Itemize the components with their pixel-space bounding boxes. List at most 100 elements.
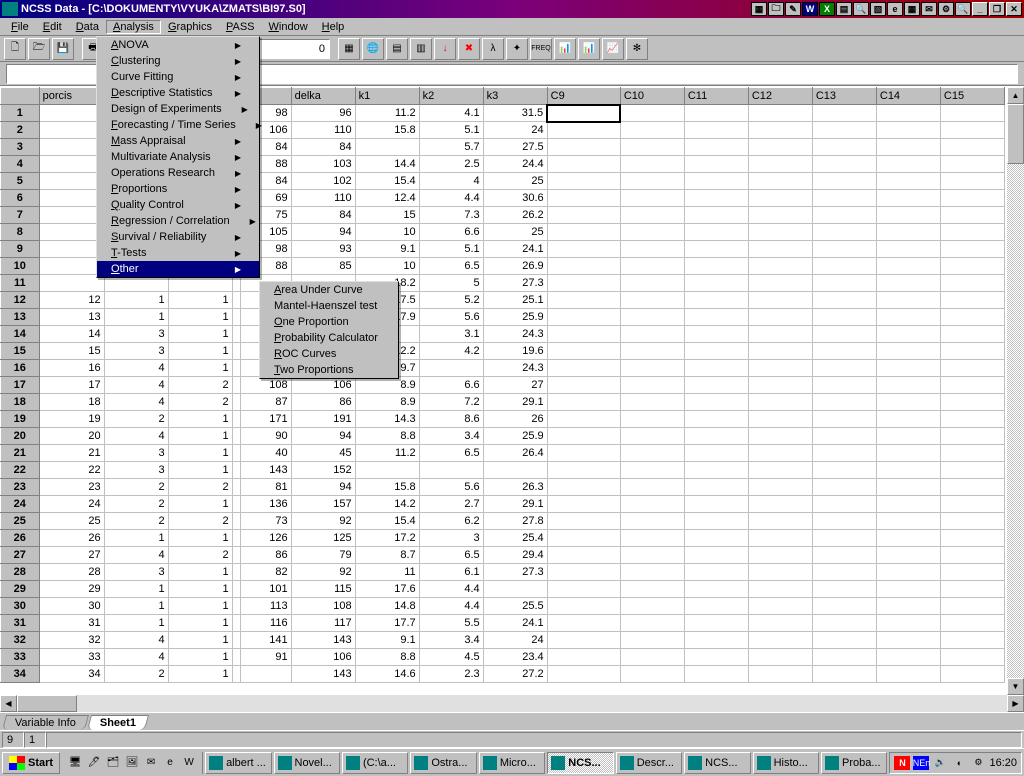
cell[interactable] bbox=[748, 224, 812, 241]
cell[interactable]: 26.3 bbox=[483, 479, 547, 496]
cell[interactable] bbox=[547, 411, 620, 428]
cell[interactable]: 29.1 bbox=[483, 496, 547, 513]
ql-3-icon[interactable]: 🗂 bbox=[104, 754, 122, 772]
cell[interactable] bbox=[812, 275, 876, 292]
analysis-item-forecasting-time-series[interactable]: Forecasting / Time Series▶ bbox=[97, 117, 259, 133]
menu-help[interactable]: Help bbox=[315, 20, 352, 34]
cell[interactable] bbox=[940, 513, 1004, 530]
tb-save-icon[interactable]: 💾 bbox=[52, 38, 74, 60]
cell[interactable] bbox=[232, 598, 240, 615]
cell[interactable] bbox=[419, 360, 483, 377]
sheet-tab-sheet1[interactable]: Sheet1 bbox=[87, 715, 149, 730]
cell[interactable] bbox=[876, 105, 940, 122]
cell[interactable] bbox=[876, 615, 940, 632]
cell[interactable] bbox=[547, 258, 620, 275]
cell[interactable] bbox=[620, 564, 684, 581]
cell[interactable] bbox=[483, 462, 547, 479]
cell[interactable] bbox=[748, 547, 812, 564]
cell[interactable] bbox=[748, 275, 812, 292]
scrollbar-vertical[interactable]: ▲ ▼ bbox=[1007, 87, 1024, 695]
cell[interactable] bbox=[812, 224, 876, 241]
cell[interactable] bbox=[684, 224, 748, 241]
cell[interactable] bbox=[684, 105, 748, 122]
tray-vol-icon[interactable]: 🔊 bbox=[932, 756, 948, 770]
cell[interactable]: 2 bbox=[168, 377, 232, 394]
row-header[interactable]: 10 bbox=[1, 258, 40, 275]
cell[interactable] bbox=[876, 241, 940, 258]
cell[interactable]: 26.9 bbox=[483, 258, 547, 275]
cell[interactable] bbox=[684, 326, 748, 343]
cell[interactable] bbox=[812, 666, 876, 683]
analysis-item-operations-research[interactable]: Operations Research▶ bbox=[97, 165, 259, 181]
cell[interactable]: 143 bbox=[291, 666, 355, 683]
cell[interactable] bbox=[940, 479, 1004, 496]
row-header[interactable]: 13 bbox=[1, 309, 40, 326]
cell[interactable]: 6.5 bbox=[419, 445, 483, 462]
cell[interactable]: 1 bbox=[104, 581, 168, 598]
cell[interactable]: 25 bbox=[39, 513, 104, 530]
cell[interactable]: 9.1 bbox=[355, 632, 419, 649]
cell[interactable] bbox=[684, 190, 748, 207]
cell[interactable] bbox=[684, 530, 748, 547]
cell[interactable] bbox=[748, 241, 812, 258]
cell[interactable] bbox=[876, 122, 940, 139]
cell[interactable]: 20 bbox=[39, 428, 104, 445]
cell[interactable]: 4 bbox=[419, 173, 483, 190]
cell[interactable] bbox=[684, 479, 748, 496]
cell[interactable]: 73 bbox=[240, 513, 291, 530]
cell[interactable] bbox=[620, 479, 684, 496]
cell[interactable]: 1 bbox=[104, 615, 168, 632]
cell[interactable] bbox=[232, 309, 240, 326]
sheet-tab-variable-info[interactable]: Variable Info bbox=[2, 715, 89, 730]
cell[interactable] bbox=[620, 632, 684, 649]
cell[interactable] bbox=[812, 513, 876, 530]
cell[interactable] bbox=[547, 428, 620, 445]
task-button[interactable]: NCS... bbox=[547, 752, 613, 774]
other-item-probability-calculator[interactable]: Probability Calculator bbox=[260, 330, 398, 346]
cell[interactable]: 19 bbox=[39, 411, 104, 428]
cell[interactable]: 4 bbox=[104, 394, 168, 411]
cell[interactable]: 7.3 bbox=[419, 207, 483, 224]
row-header[interactable]: 30 bbox=[1, 598, 40, 615]
cell[interactable]: 32 bbox=[39, 632, 104, 649]
cell[interactable]: 25.5 bbox=[483, 598, 547, 615]
cell[interactable] bbox=[812, 173, 876, 190]
cell[interactable]: 5.6 bbox=[419, 309, 483, 326]
cell[interactable]: 26.2 bbox=[483, 207, 547, 224]
cell[interactable]: 6.5 bbox=[419, 258, 483, 275]
cell[interactable] bbox=[748, 445, 812, 462]
cell[interactable] bbox=[940, 581, 1004, 598]
cell[interactable]: 17.6 bbox=[355, 581, 419, 598]
cell[interactable] bbox=[940, 258, 1004, 275]
menu-window[interactable]: Window bbox=[262, 20, 315, 34]
cell[interactable] bbox=[684, 428, 748, 445]
cell[interactable] bbox=[547, 139, 620, 156]
cell[interactable] bbox=[876, 598, 940, 615]
cell[interactable]: 22 bbox=[39, 462, 104, 479]
cell[interactable] bbox=[748, 564, 812, 581]
cell[interactable]: 1 bbox=[168, 615, 232, 632]
row-header[interactable]: 34 bbox=[1, 666, 40, 683]
cell[interactable] bbox=[232, 411, 240, 428]
cell[interactable]: 2 bbox=[104, 666, 168, 683]
cell[interactable]: 1 bbox=[168, 326, 232, 343]
task-button[interactable]: Proba... bbox=[821, 752, 887, 774]
cell[interactable]: 19.6 bbox=[483, 343, 547, 360]
cell[interactable]: 94 bbox=[291, 479, 355, 496]
cell[interactable]: 3 bbox=[104, 445, 168, 462]
row-header[interactable]: 3 bbox=[1, 139, 40, 156]
cell[interactable]: 24.3 bbox=[483, 326, 547, 343]
cell[interactable] bbox=[547, 445, 620, 462]
cell[interactable]: 1 bbox=[168, 666, 232, 683]
cell[interactable]: 4 bbox=[104, 360, 168, 377]
cell[interactable] bbox=[232, 530, 240, 547]
cell[interactable] bbox=[812, 411, 876, 428]
cell[interactable] bbox=[876, 173, 940, 190]
cell[interactable]: 152 bbox=[291, 462, 355, 479]
cell[interactable]: 90 bbox=[240, 428, 291, 445]
ql-2-icon[interactable]: 🖊 bbox=[85, 754, 103, 772]
cell[interactable] bbox=[620, 292, 684, 309]
cell[interactable] bbox=[812, 309, 876, 326]
cell[interactable] bbox=[620, 360, 684, 377]
menu-data[interactable]: Data bbox=[69, 20, 106, 34]
